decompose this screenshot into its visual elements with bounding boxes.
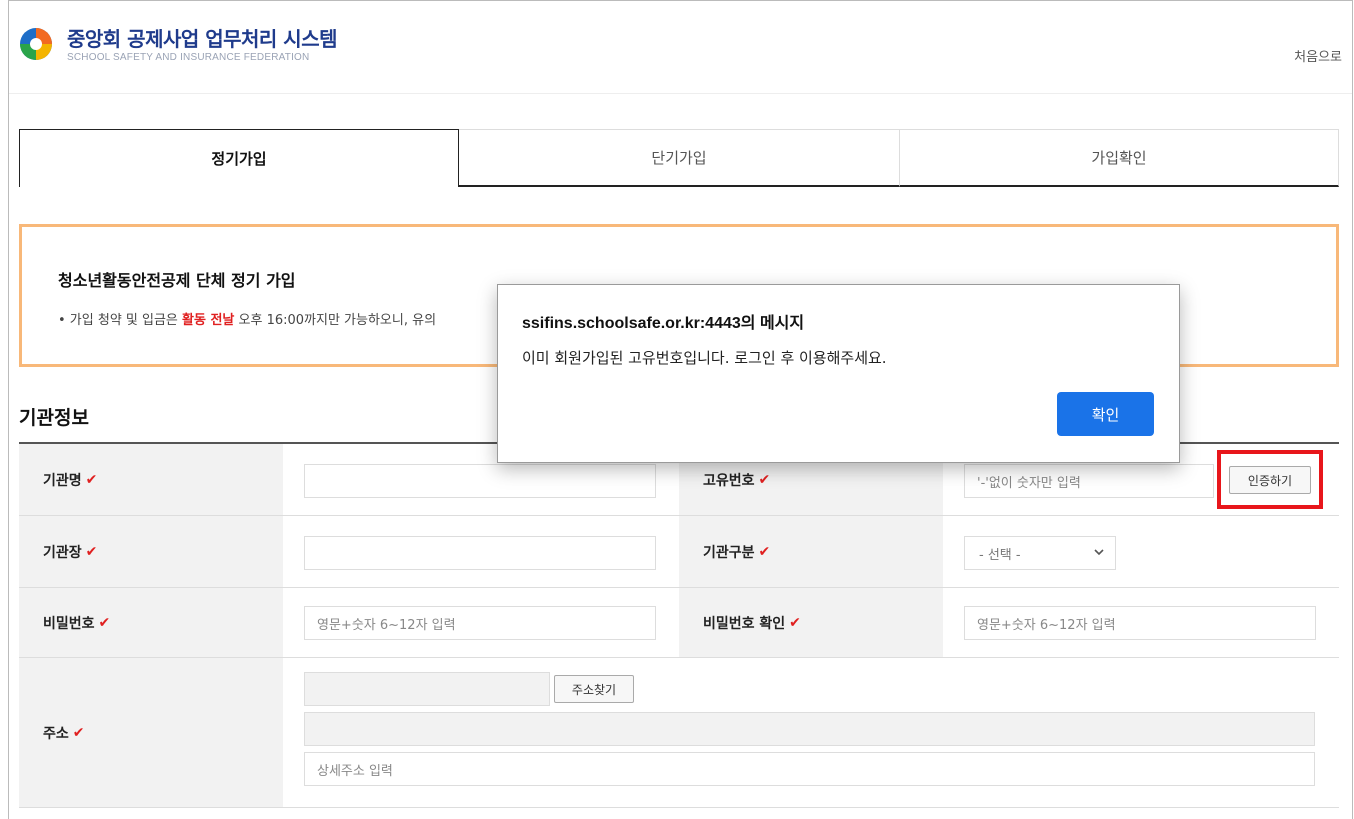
dialog-ok-button[interactable]: 확인 <box>1057 392 1154 436</box>
address-base-input[interactable] <box>304 712 1315 746</box>
required-check-icon: ✔ <box>85 543 98 560</box>
org-name-input[interactable] <box>304 464 656 498</box>
brand-subtitle: SCHOOL SAFETY AND INSURANCE FEDERATION <box>67 52 310 63</box>
form-row-org-head: 기관장 ✔ 기관구분 ✔ - 선택 - <box>19 516 1339 588</box>
org-head-label: 기관장 <box>43 544 82 561</box>
zipcode-input[interactable] <box>304 672 550 706</box>
alert-dialog: ssifins.schoolsafe.or.kr:4443의 메시지 이미 회원… <box>497 284 1180 463</box>
home-link[interactable]: 처음으로 <box>1294 46 1342 65</box>
notice-text-suffix: 오후 16:00까지만 가능하오니, 유의 <box>234 313 437 328</box>
unique-no-input[interactable]: '-'없이 숫자만 입력 <box>964 464 1214 498</box>
dialog-title: ssifins.schoolsafe.or.kr:4443의 메시지 <box>522 315 805 332</box>
dialog-message: 이미 회원가입된 고유번호입니다. 로그인 후 이용해주세요. <box>522 349 887 367</box>
password-confirm-input[interactable]: 영문+숫자 6~12자 입력 <box>964 606 1316 640</box>
address-label: 주소 <box>43 725 69 742</box>
notice-text-prefix: • 가입 청약 및 입금은 <box>58 313 183 328</box>
password-input[interactable]: 영문+숫자 6~12자 입력 <box>304 606 656 640</box>
site-header: 중앙회 공제사업 업무처리 시스템 SCHOOL SAFETY AND INSU… <box>9 1 1352 94</box>
form-row-password: 비밀번호 ✔ 영문+숫자 6~12자 입력 비밀번호 확인 ✔ 영문+숫자 6~12… <box>19 588 1339 658</box>
address-label-cell: 주소 ✔ <box>19 658 283 807</box>
address-detail-input[interactable]: 상세주소 입력 <box>304 752 1315 786</box>
logo-icon <box>20 28 52 60</box>
notice-title: 청소년활동안전공제 단체 정기 가입 <box>58 271 296 290</box>
notice-text-highlight: 활동 전날 <box>182 313 235 328</box>
org-name-label-cell: 기관명 ✔ <box>19 444 283 515</box>
form-row-address: 주소 ✔ 주소찾기 상세주소 입력 <box>19 658 1339 808</box>
required-check-icon: ✔ <box>758 471 771 488</box>
chevron-down-icon <box>1094 549 1104 556</box>
org-type-select[interactable]: - 선택 - <box>964 536 1116 570</box>
password-confirm-label-cell: 비밀번호 확인 ✔ <box>679 588 943 657</box>
notice-text: • 가입 청약 및 입금은 활동 전날 오후 16:00까지만 가능하오니, 유… <box>58 309 436 328</box>
org-type-label: 기관구분 <box>703 544 755 561</box>
unique-no-label: 고유번호 <box>703 472 755 489</box>
tab-short-term-join[interactable]: 단기가입 <box>459 129 899 187</box>
org-type-label-cell: 기관구분 ✔ <box>679 516 943 587</box>
org-head-input[interactable] <box>304 536 656 570</box>
section-title: 기관정보 <box>19 407 89 429</box>
password-label: 비밀번호 <box>43 615 95 632</box>
verify-button[interactable]: 인증하기 <box>1229 466 1311 494</box>
org-type-selected: - 선택 - <box>979 547 1021 563</box>
tab-join-check[interactable]: 가입확인 <box>899 129 1339 187</box>
address-search-button[interactable]: 주소찾기 <box>554 675 634 703</box>
password-label-cell: 비밀번호 ✔ <box>19 588 283 657</box>
join-tabs: 정기가입 단기가입 가입확인 <box>19 129 1339 187</box>
required-check-icon: ✔ <box>789 614 801 631</box>
password-confirm-label: 비밀번호 확인 <box>703 615 786 632</box>
required-check-icon: ✔ <box>85 471 98 488</box>
org-head-label-cell: 기관장 ✔ <box>19 516 283 587</box>
required-check-icon: ✔ <box>98 614 111 631</box>
required-check-icon: ✔ <box>72 724 85 741</box>
required-check-icon: ✔ <box>758 543 771 560</box>
org-name-label: 기관명 <box>43 472 82 489</box>
org-info-form: 기관명 ✔ 고유번호 ✔ '-'없이 숫자만 입력 인증하기 기관장 ✔ 기관구분 ✔ … <box>19 442 1339 808</box>
tab-regular-join[interactable]: 정기가입 <box>19 129 459 187</box>
brand-title[interactable]: 중앙회 공제사업 업무처리 시스템 <box>67 23 338 52</box>
